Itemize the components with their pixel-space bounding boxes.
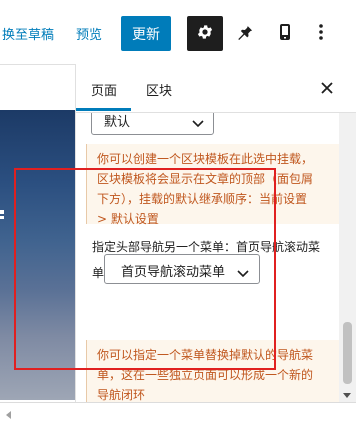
switch-to-draft-link[interactable]: 换至草稿 xyxy=(2,24,54,43)
block-template-select-value: 默认 xyxy=(104,115,131,130)
horizontal-scrollbar[interactable] xyxy=(0,402,356,427)
chevron-down-icon xyxy=(236,264,250,283)
canvas-cover-image[interactable] xyxy=(0,110,75,400)
more-options-button[interactable] xyxy=(303,16,339,51)
scrollbar-thumb[interactable] xyxy=(343,322,352,384)
header-menu-label: 指定头部导航另一个菜单：首页导航滚动菜 xyxy=(92,240,321,254)
header-menu-label-wrap: 单 xyxy=(92,266,105,280)
gear-icon xyxy=(196,23,214,45)
tab-page[interactable]: 页面 xyxy=(91,80,117,99)
preview-link[interactable]: 预览 xyxy=(76,24,102,43)
more-vertical-icon xyxy=(318,23,324,45)
sidebar-tabs: 页面 区块 xyxy=(76,64,356,113)
scroll-left-arrow-icon[interactable] xyxy=(6,411,11,419)
close-sidebar-button[interactable] xyxy=(317,78,337,98)
mobile-icon xyxy=(277,23,293,45)
pin-button[interactable] xyxy=(227,16,263,51)
notice-line: 你可以创建一个区块模板在此选中挂载， xyxy=(97,152,314,166)
notice-line: 下方），挂载的默认继承顺序：当前设置 xyxy=(97,192,308,206)
chevron-down-icon xyxy=(191,114,205,133)
notice-line: 区块模板将会显示在文章的顶部（面包屑 xyxy=(97,172,314,186)
canvas-handle xyxy=(0,210,4,214)
editor-toolbar: 换至草稿 预览 更新 xyxy=(0,0,356,65)
settings-button[interactable] xyxy=(187,16,223,51)
notice-line: 导航闭环 xyxy=(97,388,146,402)
block-template-notice: 你可以创建一个区块模板在此选中挂载， 区块模板将会显示在文章的顶部（面包屑 下方… xyxy=(86,144,344,226)
mobile-preview-button[interactable] xyxy=(267,16,303,51)
header-menu-select-value: 首页导航滚动菜单 xyxy=(121,265,226,280)
scroll-down-arrow-icon[interactable] xyxy=(343,393,351,398)
active-tab-indicator xyxy=(76,108,131,111)
notice-line: 单，这在一些独立页面可以形成一个新的 xyxy=(97,368,314,382)
pin-icon xyxy=(235,22,255,46)
settings-sidebar: 页面 区块 默认 你可以创建一个区块模板在此选中挂载， 区块模板将会显示在文章的… xyxy=(75,64,356,402)
notice-line: 你可以指定一个菜单替换掉默认的导航菜 xyxy=(97,348,314,362)
header-menu-notice: 你可以指定一个菜单替换掉默认的导航菜 单，这在一些独立页面可以形成一个新的 导航… xyxy=(86,340,344,402)
notice-line: > 默认设置 xyxy=(97,212,159,226)
update-button[interactable]: 更新 xyxy=(121,16,171,51)
close-icon xyxy=(317,82,337,102)
sidebar-scrollbar[interactable] xyxy=(339,64,356,402)
tab-block[interactable]: 区块 xyxy=(146,80,172,99)
canvas-handle-lower xyxy=(0,216,4,219)
header-menu-select[interactable]: 首页导航滚动菜单 xyxy=(104,254,260,284)
sidebar-panel-content[interactable]: 默认 你可以创建一个区块模板在此选中挂载， 区块模板将会显示在文章的顶部（面包屑… xyxy=(76,106,346,402)
